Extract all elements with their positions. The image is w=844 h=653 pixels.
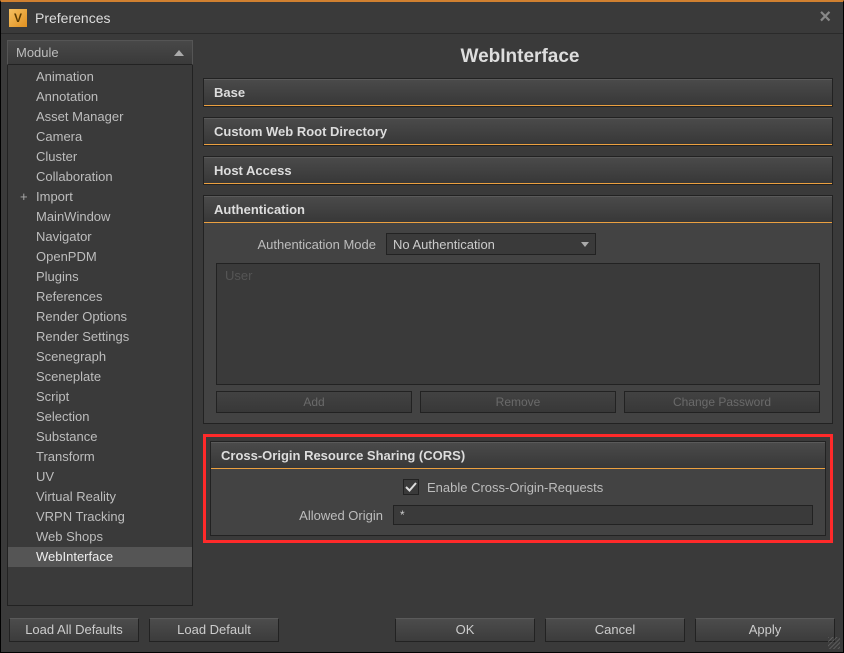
section-cors-header[interactable]: Cross-Origin Resource Sharing (CORS): [211, 442, 825, 469]
sidebar-item-animation[interactable]: Animation: [8, 67, 192, 87]
user-list-header: User: [225, 268, 252, 283]
section-cors: Cross-Origin Resource Sharing (CORS) Ena…: [210, 441, 826, 536]
main-panel: WebInterface Base Custom Web Root Direct…: [203, 40, 837, 606]
sidebar-item-annotation[interactable]: Annotation: [8, 87, 192, 107]
enable-cors-checkbox[interactable]: [403, 479, 419, 495]
checkmark-icon: [405, 481, 417, 493]
load-all-defaults-button[interactable]: Load All Defaults: [9, 618, 139, 642]
sidebar-item-web-shops[interactable]: Web Shops: [8, 527, 192, 547]
sidebar-item-vrpn-tracking[interactable]: VRPN Tracking: [8, 507, 192, 527]
page-title: WebInterface: [203, 40, 837, 78]
chevron-down-icon: [581, 242, 589, 247]
sidebar-item-transform[interactable]: Transform: [8, 447, 192, 467]
sidebar-item-substance[interactable]: Substance: [8, 427, 192, 447]
sidebar-item-selection[interactable]: Selection: [8, 407, 192, 427]
app-icon: V: [9, 9, 27, 27]
sidebar-item-collaboration[interactable]: Collaboration: [8, 167, 192, 187]
sidebar-header-label: Module: [16, 45, 59, 60]
section-hostaccess-header[interactable]: Host Access: [204, 157, 832, 184]
add-user-button: Add: [216, 391, 412, 413]
sidebar-header[interactable]: Module: [7, 40, 193, 65]
allowed-origin-input[interactable]: [393, 505, 813, 525]
titlebar: V Preferences ×: [1, 2, 843, 34]
section-base: Base: [203, 78, 833, 107]
apply-button[interactable]: Apply: [695, 618, 835, 642]
load-default-button[interactable]: Load Default: [149, 618, 279, 642]
sidebar-item-virtual-reality[interactable]: Virtual Reality: [8, 487, 192, 507]
section-webroot: Custom Web Root Directory: [203, 117, 833, 146]
sidebar-item-asset-manager[interactable]: Asset Manager: [8, 107, 192, 127]
sidebar-item-webinterface[interactable]: WebInterface: [8, 547, 192, 567]
cancel-button[interactable]: Cancel: [545, 618, 685, 642]
sidebar-item-import[interactable]: Import: [8, 187, 192, 207]
footer: Load All Defaults Load Default OK Cancel…: [1, 612, 843, 652]
resize-grip-icon[interactable]: [828, 637, 840, 649]
cors-highlight: Cross-Origin Resource Sharing (CORS) Ena…: [203, 434, 833, 543]
auth-mode-select[interactable]: No Authentication: [386, 233, 596, 255]
close-icon[interactable]: ×: [815, 6, 835, 29]
preferences-window: V Preferences × Module AnimationAnnotati…: [0, 0, 844, 653]
sidebar-item-cluster[interactable]: Cluster: [8, 147, 192, 167]
sidebar-item-mainwindow[interactable]: MainWindow: [8, 207, 192, 227]
sidebar-item-sceneplate[interactable]: Sceneplate: [8, 367, 192, 387]
sidebar-item-uv[interactable]: UV: [8, 467, 192, 487]
allowed-origin-label: Allowed Origin: [223, 508, 393, 523]
change-password-button: Change Password: [624, 391, 820, 413]
sidebar-item-openpdm[interactable]: OpenPDM: [8, 247, 192, 267]
enable-cors-label: Enable Cross-Origin-Requests: [427, 480, 603, 495]
module-tree[interactable]: AnimationAnnotationAsset ManagerCameraCl…: [7, 65, 193, 606]
section-base-header[interactable]: Base: [204, 79, 832, 106]
sidebar: Module AnimationAnnotationAsset ManagerC…: [7, 40, 193, 606]
sidebar-item-navigator[interactable]: Navigator: [8, 227, 192, 247]
sidebar-item-scenegraph[interactable]: Scenegraph: [8, 347, 192, 367]
sidebar-item-plugins[interactable]: Plugins: [8, 267, 192, 287]
ok-button[interactable]: OK: [395, 618, 535, 642]
sidebar-item-render-options[interactable]: Render Options: [8, 307, 192, 327]
section-authentication-header[interactable]: Authentication: [204, 196, 832, 223]
auth-mode-label: Authentication Mode: [216, 237, 386, 252]
auth-mode-value: No Authentication: [393, 237, 495, 252]
section-authentication: Authentication Authentication Mode No Au…: [203, 195, 833, 424]
sort-ascending-icon: [174, 50, 184, 56]
remove-user-button: Remove: [420, 391, 616, 413]
sidebar-item-script[interactable]: Script: [8, 387, 192, 407]
sidebar-item-render-settings[interactable]: Render Settings: [8, 327, 192, 347]
sidebar-item-camera[interactable]: Camera: [8, 127, 192, 147]
section-webroot-header[interactable]: Custom Web Root Directory: [204, 118, 832, 145]
sidebar-item-references[interactable]: References: [8, 287, 192, 307]
window-title: Preferences: [35, 10, 815, 26]
section-hostaccess: Host Access: [203, 156, 833, 185]
auth-user-list: User: [216, 263, 820, 385]
